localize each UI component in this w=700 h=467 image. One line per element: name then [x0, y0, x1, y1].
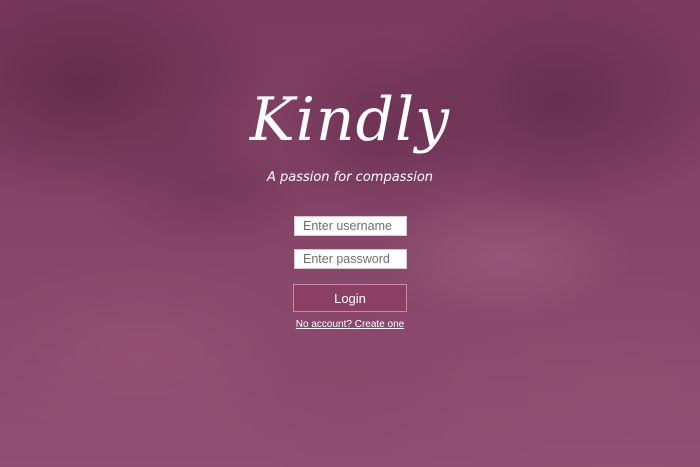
login-page: Kindly A passion for compassion Login No… [0, 0, 700, 467]
brand-tagline: A passion for compassion [266, 170, 434, 185]
password-input[interactable] [294, 249, 407, 269]
brand-logo: Kindly [249, 85, 451, 155]
create-account-container: No account? Create one [0, 319, 700, 330]
username-input[interactable] [294, 216, 407, 236]
login-button[interactable]: Login [293, 284, 407, 312]
create-account-link[interactable]: No account? Create one [296, 319, 404, 330]
